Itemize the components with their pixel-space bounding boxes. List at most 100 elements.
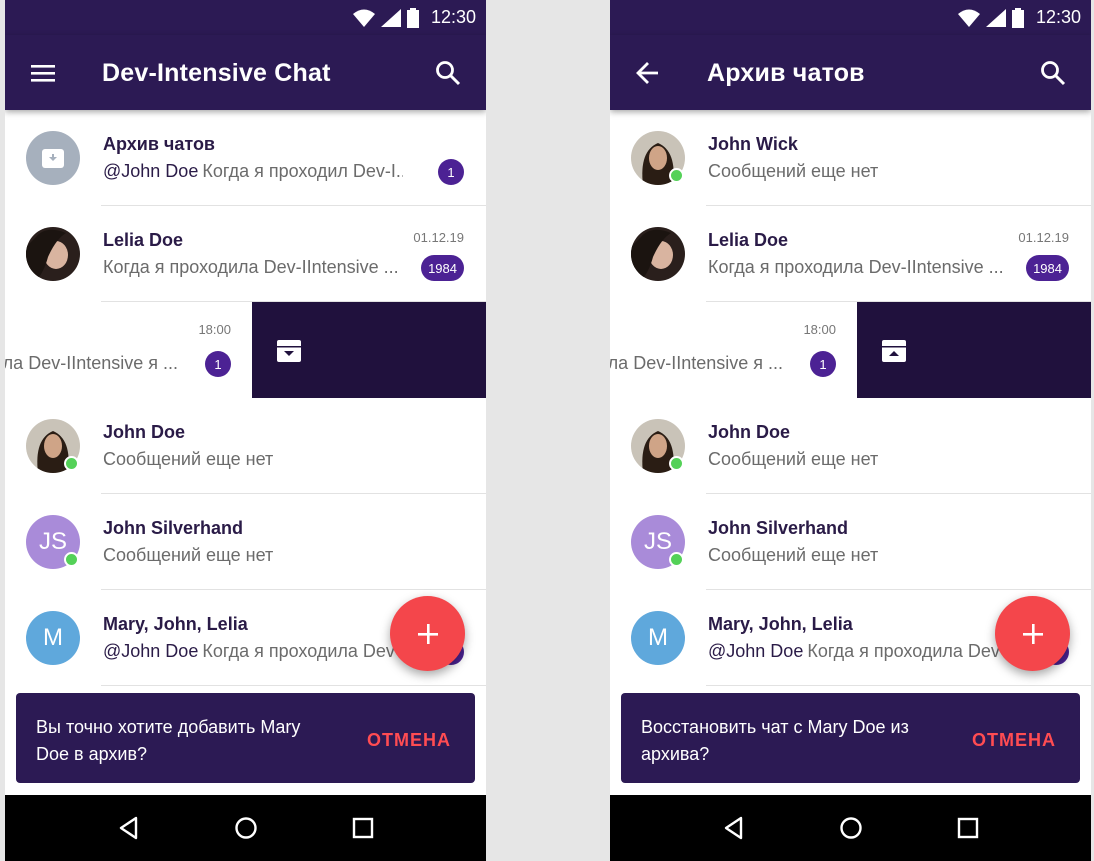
chat-preview: @John Doe Когда я проходила Dev-I... xyxy=(103,641,403,662)
chat-title: Mary, John, Lelia xyxy=(708,614,853,634)
nav-home-button[interactable] xyxy=(232,814,260,842)
unread-badge: 1 xyxy=(438,159,464,185)
chat-message: Сообщений еще нет xyxy=(103,545,274,565)
status-time: 12:30 xyxy=(430,7,476,27)
chat-author: @John Doe xyxy=(103,161,199,181)
home-circle-icon xyxy=(839,817,862,839)
chat-message: Когда я проходила Dev-I... xyxy=(202,641,403,661)
nav-home-button[interactable] xyxy=(837,814,865,842)
chat-title: Архив чатов xyxy=(103,134,215,154)
chat-title: John Wick xyxy=(708,134,798,154)
snackbar-message: Восстановить чат с Mary Doe из архива? xyxy=(641,717,909,764)
plus-icon xyxy=(1022,623,1043,644)
chat-title: John Silverhand xyxy=(708,518,849,538)
chat-preview: @John Doe Когда я проходила Dev-I... xyxy=(708,641,1008,662)
wifi-icon xyxy=(957,9,980,27)
battery-icon xyxy=(1011,7,1024,28)
nav-recents-button[interactable] xyxy=(349,814,377,842)
chat-message: ила Dev-IIntensive я ... xyxy=(610,353,783,373)
snackbar: Восстановить чат с Mary Doe из архива? О… xyxy=(621,693,1080,783)
arrow-back-icon[interactable] xyxy=(634,59,662,87)
nav-recents-button[interactable] xyxy=(954,814,982,842)
online-indicator xyxy=(669,456,684,471)
swiped-chat-content: 18:00 ила Dev-IIntensive я ... 1 xyxy=(610,302,857,398)
add-chat-button[interactable] xyxy=(995,596,1070,671)
snackbar-cancel-button[interactable]: ОТМЕНА xyxy=(367,730,451,751)
swiped-chat-item[interactable]: 18:00 ила Dev-IIntensive я ... 1 xyxy=(610,302,1091,398)
system-nav-bar xyxy=(610,795,1091,861)
app-bar: Архив чатов xyxy=(610,35,1091,110)
phone-screen-archive: 12:30 Архив чатов John Wick Сообщений ещ… xyxy=(610,0,1091,861)
avatar xyxy=(26,227,80,281)
recents-square-icon xyxy=(352,817,373,839)
back-triangle-icon xyxy=(724,816,742,840)
chat-date: 01.12.19 xyxy=(1018,230,1069,245)
chat-message: Сообщений еще нет xyxy=(708,161,879,181)
unread-badge: 1 xyxy=(205,351,231,377)
chat-author: @John Doe xyxy=(708,641,804,661)
search-icon[interactable] xyxy=(434,59,462,87)
page-title: Архив чатов xyxy=(707,59,865,87)
chat-item[interactable]: John Doe Сообщений еще нет xyxy=(610,398,1091,494)
chat-title: Lelia Doe xyxy=(103,230,184,250)
add-chat-button[interactable] xyxy=(390,596,465,671)
chat-title: John Doe xyxy=(103,422,186,442)
status-time: 12:30 xyxy=(1035,7,1081,27)
unarchive-action[interactable] xyxy=(857,302,1091,398)
chat-date: 18:00 xyxy=(198,322,231,337)
snackbar-cancel-button[interactable]: ОТМЕНА xyxy=(972,730,1056,751)
menu-icon[interactable] xyxy=(29,59,57,87)
chat-item-archive[interactable]: Архив чатов @John Doe Когда я проходил De… xyxy=(5,110,486,206)
nav-back-button[interactable] xyxy=(720,814,748,842)
nav-back-button[interactable] xyxy=(115,814,143,842)
swiped-chat-content: 18:00 ила Dev-IIntensive я ... 1 xyxy=(5,302,252,398)
snackbar-message: Вы точно хотите добавить Mary Doe в архи… xyxy=(36,717,301,764)
back-triangle-icon xyxy=(119,816,137,840)
chat-item[interactable]: John Doe Сообщений еще нет xyxy=(5,398,486,494)
avatar: M xyxy=(26,611,80,665)
wifi-icon xyxy=(352,9,375,27)
chat-message: Когда я проходила Dev-IIntensive ... xyxy=(708,257,1004,277)
chat-item[interactable]: Lelia Doe Когда я проходила Dev-IIntensi… xyxy=(610,206,1091,302)
snackbar: Вы точно хотите добавить Mary Doe в архи… xyxy=(16,693,475,783)
search-icon[interactable] xyxy=(1039,59,1067,87)
chat-title: John Silverhand xyxy=(103,518,244,538)
online-indicator xyxy=(64,456,79,471)
plus-icon xyxy=(417,623,438,644)
battery-icon xyxy=(406,7,419,28)
page-title: Dev-Intensive Chat xyxy=(102,59,331,87)
chat-message: Когда я проходил Dev-I... xyxy=(202,161,403,181)
status-bar: 12:30 xyxy=(5,0,486,35)
signal-icon xyxy=(380,8,401,27)
archive-icon xyxy=(277,340,301,362)
chat-item[interactable]: Lelia Doe Когда я проходила Dev-IIntensi… xyxy=(5,206,486,302)
chat-item[interactable]: John Wick Сообщений еще нет xyxy=(610,110,1091,206)
chat-message: Сообщений еще нет xyxy=(708,545,879,565)
archive-action[interactable] xyxy=(252,302,486,398)
swiped-chat-item[interactable]: 18:00 ила Dev-IIntensive я ... 1 xyxy=(5,302,486,398)
chat-date: 18:00 xyxy=(803,322,836,337)
phone-screen-chats: 12:30 Dev-Intensive Chat Архив чатов @Jo… xyxy=(5,0,486,861)
status-bar: 12:30 xyxy=(610,0,1091,35)
system-nav-bar xyxy=(5,795,486,861)
chat-date: 01.12.19 xyxy=(413,230,464,245)
recents-square-icon xyxy=(957,817,978,839)
chat-item[interactable]: JS John Silverhand Сообщений еще нет xyxy=(5,494,486,590)
avatar: M xyxy=(631,611,685,665)
signal-icon xyxy=(985,8,1006,27)
chat-preview: @John Doe Когда я проходил Dev-I... xyxy=(103,161,403,182)
chat-item[interactable]: JS John Silverhand Сообщений еще нет xyxy=(610,494,1091,590)
avatar-initials: M xyxy=(43,624,63,651)
unread-badge: 1984 xyxy=(1026,255,1069,281)
chat-message: Когда я проходила Dev-IIntensive ... xyxy=(103,257,399,277)
online-indicator xyxy=(669,552,684,567)
chat-title: Mary, John, Lelia xyxy=(103,614,248,634)
chat-author: @John Doe xyxy=(103,641,199,661)
avatar-initials: M xyxy=(648,624,668,651)
chat-title: John Doe xyxy=(708,422,791,442)
app-bar: Dev-Intensive Chat xyxy=(5,35,486,110)
unarchive-icon xyxy=(882,340,906,362)
chat-message: Сообщений еще нет xyxy=(708,449,879,469)
archive-icon xyxy=(42,149,64,168)
unread-badge: 1984 xyxy=(421,255,464,281)
